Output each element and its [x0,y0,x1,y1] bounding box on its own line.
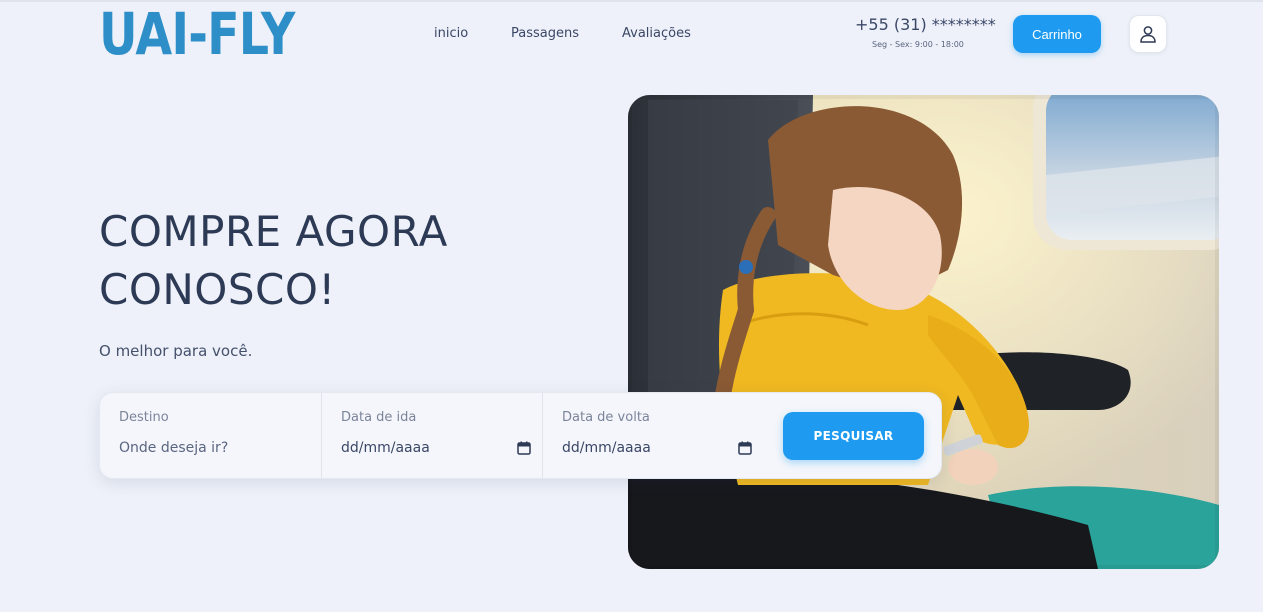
calendar-icon[interactable] [738,441,752,455]
data-ida-field: Data de ida dd/mm/aaaa [321,393,542,478]
destino-input-wrap [119,437,309,459]
hero-photo-illustration [628,95,1219,569]
nav-link-avaliacoes[interactable]: Avaliações [622,25,691,43]
logo[interactable]: UAI-FLY [99,2,295,66]
hero-title: COMPRE AGORA CONOSCO! [99,203,579,319]
cart-button[interactable]: Carrinho [1013,15,1101,53]
destino-label: Destino [119,410,169,425]
contact-phone: +55 (31) ******** [855,15,996,34]
nav-link-passagens[interactable]: Passagens [511,25,579,43]
data-volta-field: Data de volta dd/mm/aaaa [542,393,763,478]
hero-image [628,95,1219,569]
search-button[interactable]: PESQUISAR [783,412,924,460]
contact-hours: Seg - Sex: 9:00 - 18:00 [872,40,964,49]
destino-field: Destino [100,393,321,478]
flight-search-form: Destino Data de ida dd/mm/aaaa Data de v… [99,392,942,479]
hero-title-line2: CONOSCO! [99,265,336,314]
nav-link-inicio[interactable]: inicio [434,25,468,43]
data-volta-input[interactable]: dd/mm/aaaa [562,437,752,459]
data-volta-label: Data de volta [562,410,650,425]
destino-input[interactable] [119,440,309,456]
data-volta-placeholder: dd/mm/aaaa [562,440,651,456]
data-ida-label: Data de ida [341,410,417,425]
data-ida-input[interactable]: dd/mm/aaaa [341,437,531,459]
user-account-button[interactable] [1129,15,1167,53]
page: UAI-FLY inicio Passagens Avaliações +55 … [0,0,1263,612]
data-ida-placeholder: dd/mm/aaaa [341,440,430,456]
hero-subtitle: O melhor para você. [99,342,253,360]
hero-title-line1: COMPRE AGORA [99,207,448,256]
calendar-icon[interactable] [517,441,531,455]
user-icon [1140,26,1156,43]
